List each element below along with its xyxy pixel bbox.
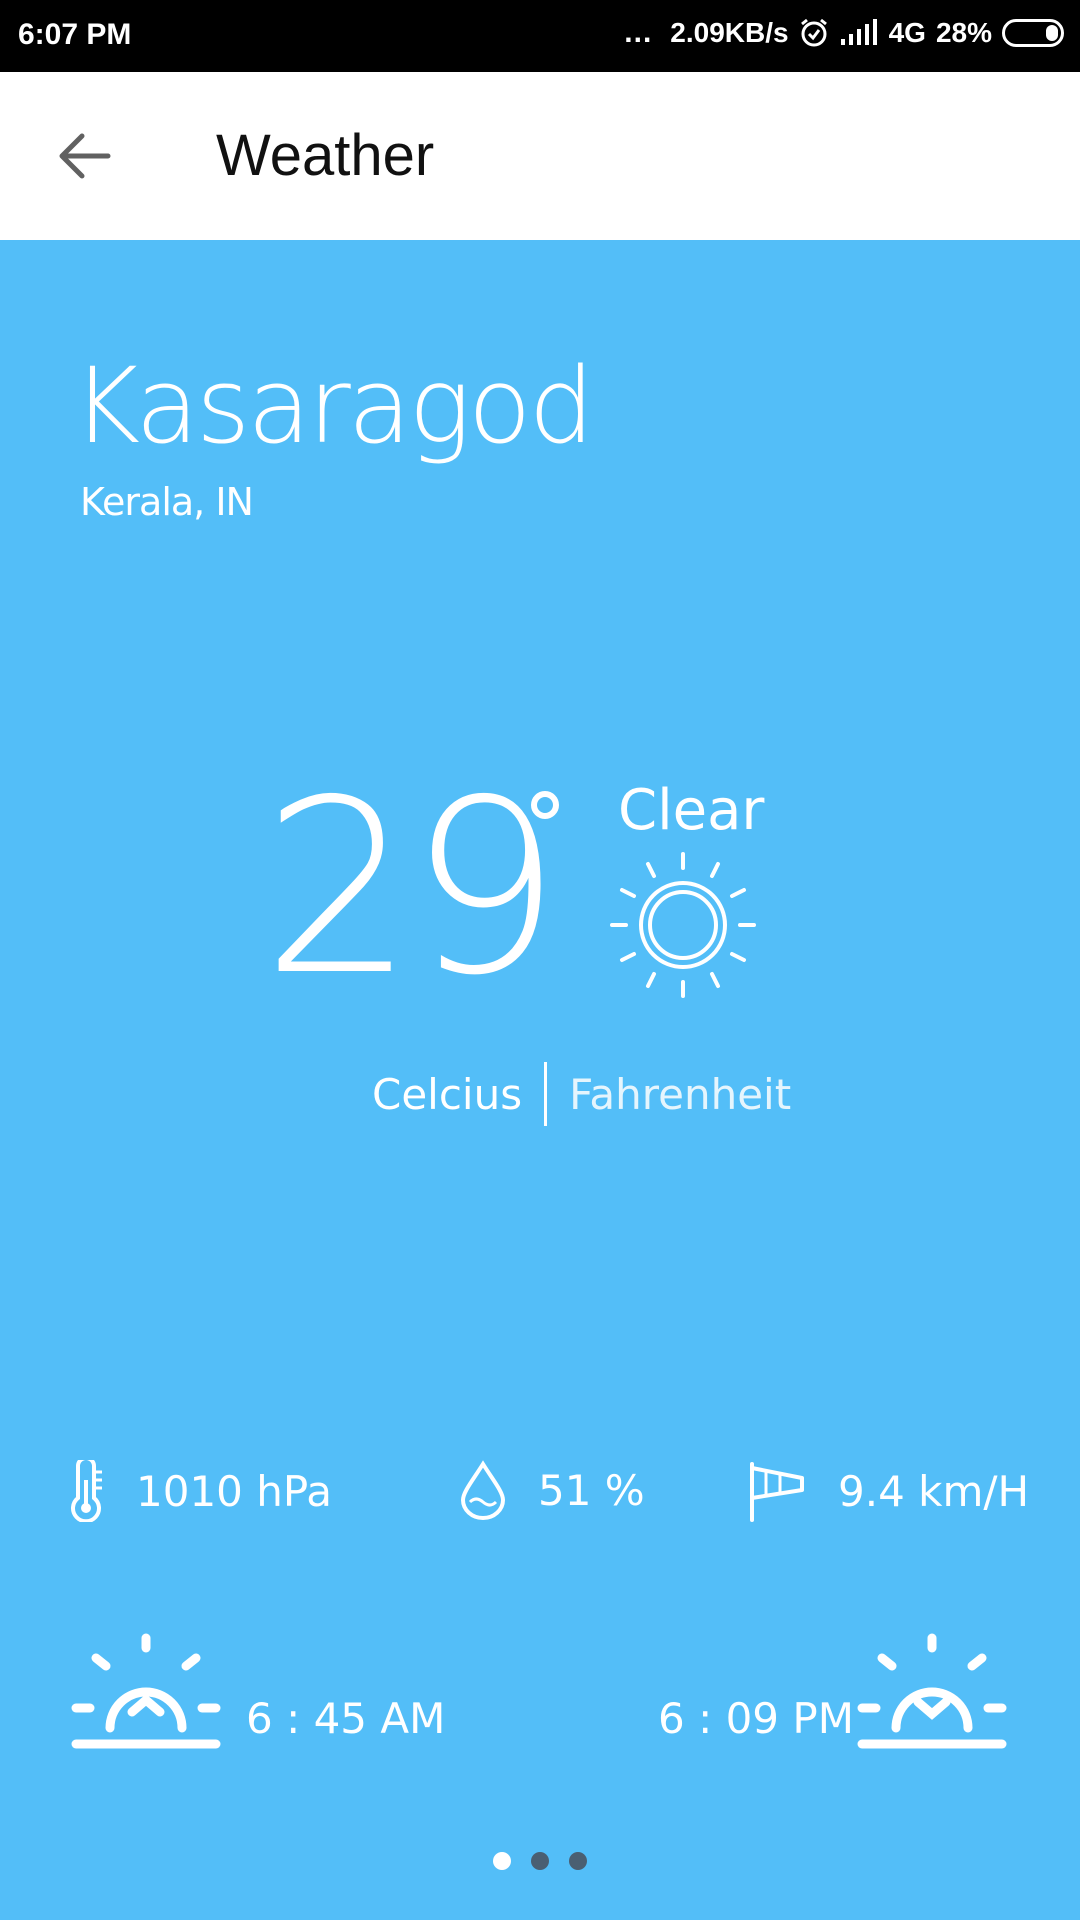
- signal-icon: [840, 19, 877, 45]
- battery-icon: [1002, 19, 1064, 47]
- arrow-back-icon[interactable]: [46, 116, 126, 196]
- alarm-icon: [800, 18, 827, 47]
- status-icons: ... 2.09KB/s 4G 28%: [624, 16, 1064, 50]
- sunset-time: 6 : 09 PM: [658, 1694, 854, 1743]
- sunrise-icon: [71, 1633, 221, 1749]
- city-name: Kasaragod: [72, 345, 595, 467]
- page-title: Weather: [216, 123, 435, 188]
- water-drop-icon: [460, 1460, 506, 1520]
- weather-screen: 6:07 PM ... 2.09KB/s 4G 28% Weather Kasa…: [0, 0, 1080, 1920]
- page-indicator: [0, 1852, 1080, 1870]
- page-dot[interactable]: [569, 1852, 587, 1870]
- pressure-metric: 1010 hPa: [66, 1460, 332, 1522]
- fahrenheit-button[interactable]: Fahrenheit: [547, 1070, 791, 1119]
- temperature-value: 29: [262, 748, 561, 1028]
- region-name: Kerala, IN: [80, 480, 254, 524]
- humidity-value: 51 %: [538, 1465, 645, 1515]
- battery-percent: 28%: [935, 17, 992, 48]
- humidity-metric: 51 %: [458, 1460, 645, 1520]
- wind-metric: 9.4 km/H: [746, 1460, 1029, 1522]
- network-speed: 2.09KB/s: [670, 17, 789, 48]
- windsock-icon: [750, 1462, 804, 1522]
- wind-value: 9.4 km/H: [838, 1466, 1030, 1516]
- network-type: 4G: [888, 17, 926, 48]
- status-bar: 6:07 PM ... 2.09KB/s 4G 28%: [0, 0, 1080, 72]
- status-time: 6:07 PM: [18, 18, 132, 51]
- condition-text: Clear: [618, 778, 765, 843]
- notification-dots: ...: [624, 16, 653, 49]
- unit-toggle: Celcius Fahrenheit: [372, 1062, 791, 1126]
- sun-icon: [610, 852, 756, 998]
- sunrise-time: 6 : 45 AM: [246, 1694, 446, 1743]
- sunset-icon: [857, 1633, 1007, 1749]
- page-dot[interactable]: [493, 1852, 511, 1870]
- degree-icon: [531, 791, 559, 819]
- page-dot[interactable]: [531, 1852, 549, 1870]
- celcius-button[interactable]: Celcius: [372, 1070, 544, 1119]
- app-bar: Weather: [0, 72, 1080, 240]
- pressure-value: 1010 hPa: [136, 1466, 333, 1516]
- thermometer-icon: [71, 1460, 102, 1522]
